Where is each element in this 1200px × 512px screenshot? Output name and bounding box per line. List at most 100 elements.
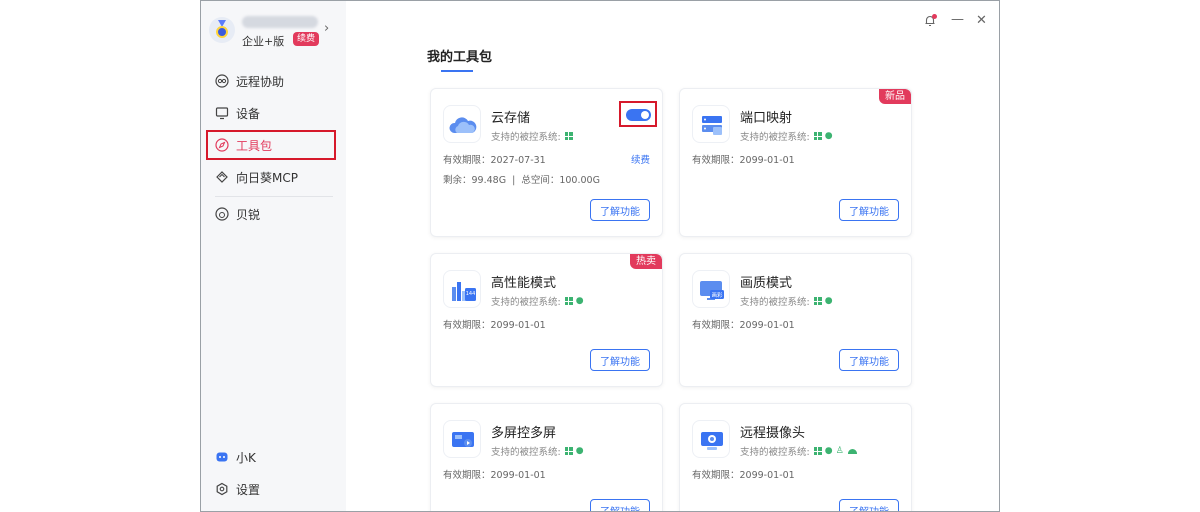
supported-systems-label: 支持的被控系统: — [491, 447, 561, 458]
supported-systems: 支持的被控系统: ● ♙ — [740, 444, 857, 458]
sidebar-item-oray[interactable]: 贝锐 — [215, 203, 260, 225]
sidebar-item-settings[interactable]: 设置 — [215, 478, 260, 500]
sidebar-item-toolkit[interactable]: 工具包 — [215, 134, 272, 156]
expiry-date: 有效期限：2099-01-01 — [443, 320, 546, 331]
sidebar-item-label: 设置 — [236, 482, 261, 497]
toggle-knob — [641, 111, 649, 119]
apple-icon: ● — [824, 131, 833, 141]
toolkit-card-remote-camera[interactable]: 远程摄像头 支持的被控系统: ● ♙ 有效期限：2099-01-01 了解功能 — [679, 403, 912, 511]
windows-icon — [564, 297, 573, 305]
expiry-date: 有效期限：2099-01-01 — [692, 320, 795, 331]
learn-more-button[interactable]: 了解功能 — [839, 199, 899, 221]
blurred-username — [242, 16, 318, 28]
windows-icon — [813, 447, 822, 455]
minimize-icon[interactable]: — — [951, 12, 964, 27]
expiry-date: 有效期限：2027-07-31 — [443, 155, 546, 166]
assistant-icon — [215, 450, 229, 464]
edition-label: 企业+版 — [242, 35, 285, 48]
toolkit-card-port-mapping[interactable]: 新品 端口映射 支持的被控系统: ● 有效期限：2099-01-01 了解功能 — [679, 88, 912, 237]
sidebar-item-label: 远程协助 — [236, 74, 285, 89]
title-underline — [441, 70, 473, 72]
sidebar-item-label: 向日葵MCP — [236, 170, 298, 185]
supported-systems-label: 支持的被控系统: — [740, 447, 810, 458]
windows-icon — [813, 132, 822, 140]
cloud-storage-icon — [443, 105, 481, 143]
avatar[interactable] — [209, 17, 235, 43]
expiry-date: 有效期限：2099-01-01 — [692, 155, 795, 166]
card-title: 云存储 — [491, 111, 531, 126]
expiry-date: 有效期限：2099-01-01 — [443, 470, 546, 481]
monitor-icon — [215, 106, 229, 120]
close-icon[interactable]: ✕ — [976, 13, 987, 28]
supported-systems-label: 支持的被控系统: — [740, 297, 810, 308]
hd-icon-label: 画彩 — [711, 291, 723, 299]
supported-systems: 支持的被控系统: — [491, 129, 573, 143]
card-title: 高性能模式 — [491, 276, 557, 291]
toolkit-card-image-quality[interactable]: 画彩 画质模式 支持的被控系统: ● 有效期限：2099-01-01 了解功能 — [679, 253, 912, 387]
sidebar-item-label: 设备 — [236, 106, 261, 121]
learn-more-button[interactable]: 了解功能 — [839, 349, 899, 371]
apple-icon: ● — [575, 446, 584, 456]
card-title: 画质模式 — [740, 276, 793, 291]
notification-dot — [932, 14, 937, 19]
apple-icon: ● — [824, 296, 833, 306]
apple-icon: ● — [824, 446, 833, 456]
remote-assist-icon — [215, 74, 229, 88]
sidebar: › 企业+版 续费 远程协助 设备 工具包 向日葵MCP 贝锐 小K 设置 — [201, 1, 346, 511]
card-title: 多屏控多屏 — [491, 426, 557, 441]
card-title: 端口映射 — [740, 111, 793, 126]
mcp-icon — [215, 170, 229, 184]
toolkit-card-cloud-storage[interactable]: 云存储 支持的被控系统: 有效期限：2027-07-31 续费 剩余：99.48… — [430, 88, 663, 237]
supported-systems: 支持的被控系统: ● — [491, 294, 584, 308]
supported-systems: 支持的被控系统: ● — [491, 444, 584, 458]
linux-icon: ♙ — [835, 446, 844, 456]
page-title: 我的工具包 — [427, 50, 493, 65]
learn-more-button[interactable]: 了解功能 — [839, 499, 899, 511]
new-badge: 新品 — [879, 89, 911, 104]
high-performance-icon: 144 — [443, 270, 481, 308]
sidebar-item-mcp[interactable]: 向日葵MCP — [215, 166, 298, 188]
app-window: › 企业+版 续费 远程协助 设备 工具包 向日葵MCP 贝锐 小K 设置 — … — [200, 0, 1000, 512]
compass-icon — [215, 138, 229, 152]
supported-systems-label: 支持的被控系统: — [491, 132, 561, 143]
supported-systems-label: 支持的被控系统: — [740, 132, 810, 143]
hot-badge: 热卖 — [630, 254, 662, 269]
image-quality-icon: 画彩 — [692, 270, 730, 308]
user-profile[interactable]: › 企业+版 续费 — [209, 15, 339, 49]
multi-screen-icon — [443, 420, 481, 458]
supported-systems-label: 支持的被控系统: — [491, 297, 561, 308]
android-icon — [847, 448, 857, 454]
medal-icon — [216, 26, 228, 38]
chevron-right-icon[interactable]: › — [324, 21, 329, 36]
sidebar-divider — [215, 196, 333, 197]
supported-systems: 支持的被控系统: ● — [740, 129, 833, 143]
windows-icon — [813, 297, 822, 305]
gear-icon — [215, 482, 229, 496]
renew-badge[interactable]: 续费 — [293, 32, 320, 46]
learn-more-button[interactable]: 了解功能 — [590, 499, 650, 511]
toolkit-card-high-performance[interactable]: 热卖 144 高性能模式 支持的被控系统: ● 有效期限：2099-01-01 … — [430, 253, 663, 387]
supported-systems: 支持的被控系统: ● — [740, 294, 833, 308]
sidebar-item-remote-assist[interactable]: 远程协助 — [215, 70, 284, 92]
sidebar-item-devices[interactable]: 设备 — [215, 102, 260, 124]
card-title: 远程摄像头 — [740, 426, 806, 441]
highlight-box — [619, 101, 657, 127]
learn-more-button[interactable]: 了解功能 — [590, 199, 650, 221]
expiry-date: 有效期限：2099-01-01 — [692, 470, 795, 481]
oray-icon — [215, 207, 229, 221]
renew-link[interactable]: 续费 — [631, 152, 650, 166]
remote-camera-icon — [692, 420, 730, 458]
sidebar-item-label: 工具包 — [236, 138, 273, 153]
learn-more-button[interactable]: 了解功能 — [590, 349, 650, 371]
apple-icon: ● — [575, 296, 584, 306]
windows-icon — [564, 447, 573, 455]
toolkit-card-multi-screen[interactable]: 多屏控多屏 支持的被控系统: ● 有效期限：2099-01-01 了解功能 — [430, 403, 663, 511]
storage-usage: 剩余：99.48G | 总空间：100.00G — [443, 175, 600, 186]
port-mapping-icon — [692, 105, 730, 143]
sidebar-item-label: 小K — [236, 450, 256, 465]
cloud-storage-toggle[interactable] — [626, 109, 651, 121]
sidebar-item-label: 贝锐 — [236, 207, 261, 222]
fps-icon-label: 144 — [466, 291, 476, 297]
sidebar-item-assistant[interactable]: 小K — [215, 446, 256, 468]
windows-icon — [564, 132, 573, 140]
